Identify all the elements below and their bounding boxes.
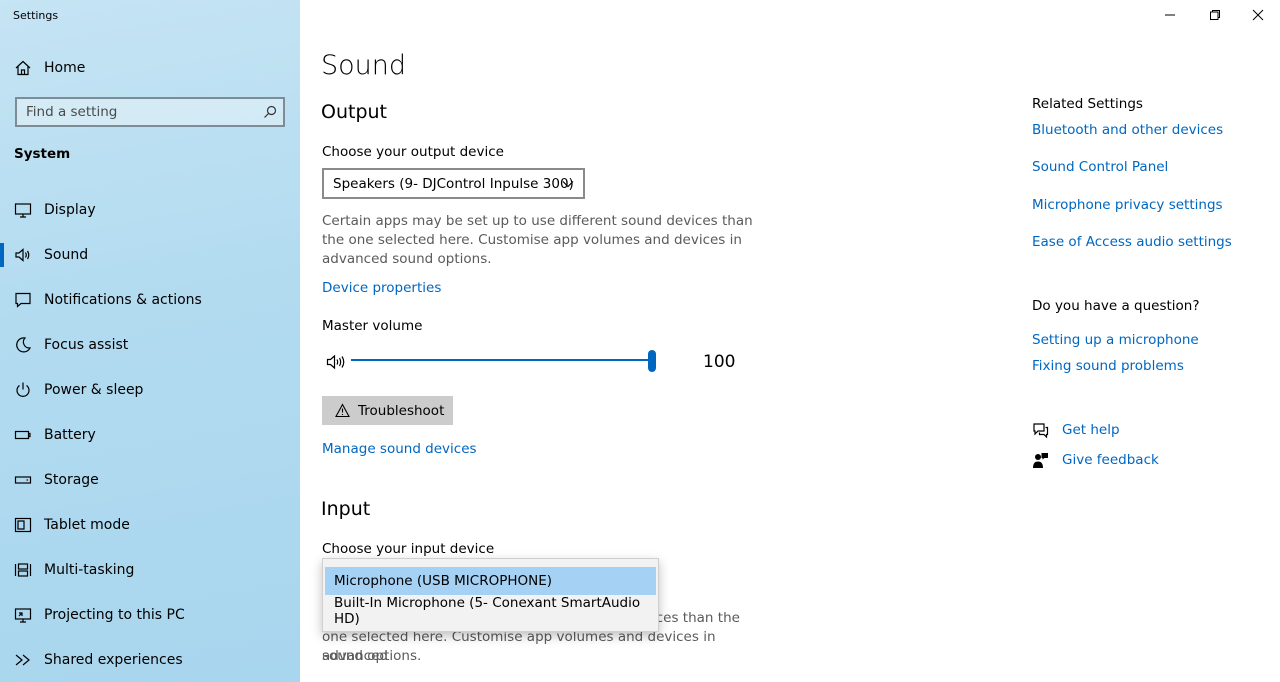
- tablet-icon: [14, 516, 32, 534]
- give-feedback-icon: [1033, 452, 1048, 468]
- projector-icon: [14, 606, 32, 624]
- search-input[interactable]: [17, 104, 247, 120]
- multitask-icon: [14, 561, 32, 579]
- sidebar-item-label: Power & sleep: [44, 382, 144, 398]
- output-device-value: Speakers (9- DJControl Inpulse 300): [333, 175, 574, 192]
- volume-value: 100: [703, 352, 736, 372]
- help-link-setting-up-microphone[interactable]: Setting up a microphone: [1032, 332, 1199, 348]
- sidebar-item-label: Sound: [44, 247, 89, 263]
- volume-icon[interactable]: [326, 353, 348, 371]
- sidebar: Settings Home System Display Sound: [0, 0, 300, 682]
- chevron-down-icon: [562, 181, 574, 188]
- sidebar-item-shared-experiences[interactable]: Shared experiences: [0, 640, 300, 680]
- help-link-fixing-sound[interactable]: Fixing sound problems: [1032, 358, 1184, 374]
- sidebar-item-label: Tablet mode: [44, 517, 130, 533]
- related-link-microphone-privacy[interactable]: Microphone privacy settings: [1032, 197, 1223, 213]
- input-device-option[interactable]: Microphone (USB MICROPHONE): [325, 567, 656, 595]
- nav-home[interactable]: Home: [0, 52, 300, 84]
- related-link-bluetooth[interactable]: Bluetooth and other devices: [1032, 122, 1223, 138]
- output-device-label: Choose your output device: [322, 144, 504, 160]
- sidebar-item-label: Shared experiences: [44, 652, 183, 668]
- sidebar-item-battery[interactable]: Battery: [0, 415, 300, 455]
- sidebar-item-tablet-mode[interactable]: Tablet mode: [0, 505, 300, 545]
- get-help-icon: [1033, 422, 1049, 438]
- monitor-icon: [14, 201, 32, 219]
- master-volume-slider[interactable]: [648, 350, 656, 372]
- device-properties-link[interactable]: Device properties: [322, 280, 441, 296]
- question-heading: Do you have a question?: [1032, 298, 1200, 314]
- get-help-link[interactable]: Get help: [1032, 420, 1120, 440]
- settings-window: Settings Home System Display Sound: [0, 0, 1280, 682]
- troubleshoot-button[interactable]: Troubleshoot: [322, 396, 453, 425]
- master-volume-track[interactable]: [351, 359, 653, 361]
- speaker-icon: [14, 246, 32, 264]
- get-help-label: Get help: [1062, 422, 1120, 438]
- input-heading: Input: [321, 498, 371, 520]
- sidebar-item-label: Projecting to this PC: [44, 607, 185, 623]
- app-title: Settings: [13, 9, 59, 22]
- input-device-dropdown[interactable]: Microphone (USB MICROPHONE) Built-In Mic…: [322, 558, 659, 632]
- warning-icon: [335, 403, 350, 418]
- give-feedback-link[interactable]: Give feedback: [1032, 450, 1159, 470]
- sidebar-item-label: Storage: [44, 472, 99, 488]
- search-box[interactable]: [15, 97, 285, 127]
- troubleshoot-label: Troubleshoot: [358, 402, 445, 419]
- search-icon[interactable]: [263, 105, 277, 119]
- sidebar-item-sound[interactable]: Sound: [0, 235, 300, 275]
- input-device-option-label: Microphone (USB MICROPHONE): [334, 573, 553, 589]
- sidebar-item-focus-assist[interactable]: Focus assist: [0, 325, 300, 365]
- input-device-option-label: Built-In Microphone (5- Conexant SmartAu…: [334, 595, 641, 627]
- related-link-sound-control-panel[interactable]: Sound Control Panel: [1032, 159, 1168, 175]
- output-device-select[interactable]: Speakers (9- DJControl Inpulse 300): [322, 168, 585, 199]
- main-content: Sound Output Choose your output device S…: [300, 0, 1280, 682]
- shared-icon: [14, 651, 32, 669]
- sidebar-item-label: Notifications & actions: [44, 292, 202, 308]
- give-feedback-label: Give feedback: [1062, 452, 1159, 468]
- sidebar-item-projecting[interactable]: Projecting to this PC: [0, 595, 300, 635]
- page-title: Sound: [321, 50, 407, 81]
- related-link-ease-of-access[interactable]: Ease of Access audio settings: [1032, 234, 1232, 250]
- message-icon: [14, 291, 32, 309]
- power-icon: [14, 381, 32, 399]
- input-device-option[interactable]: Built-In Microphone (5- Conexant SmartAu…: [325, 595, 656, 627]
- sidebar-item-power-sleep[interactable]: Power & sleep: [0, 370, 300, 410]
- master-volume-label: Master volume: [322, 318, 423, 334]
- sidebar-item-multitasking[interactable]: Multi-tasking: [0, 550, 300, 590]
- sidebar-item-label: Display: [44, 202, 96, 218]
- input-device-label: Choose your input device: [322, 541, 495, 557]
- sidebar-item-label: Focus assist: [44, 337, 129, 353]
- manage-sound-devices-link[interactable]: Manage sound devices: [322, 441, 477, 457]
- storage-icon: [14, 471, 32, 489]
- sidebar-item-label: Multi-tasking: [44, 562, 135, 578]
- related-settings-heading: Related Settings: [1032, 96, 1143, 112]
- battery-icon: [14, 426, 32, 444]
- moon-icon: [14, 336, 32, 354]
- sidebar-item-label: Battery: [44, 427, 96, 443]
- section-label-system: System: [14, 146, 71, 162]
- input-description-line3: sound options.: [322, 648, 422, 664]
- home-icon: [14, 59, 32, 77]
- sidebar-item-notifications[interactable]: Notifications & actions: [0, 280, 300, 320]
- sidebar-item-storage[interactable]: Storage: [0, 460, 300, 500]
- nav-home-label: Home: [44, 60, 86, 76]
- sidebar-item-display[interactable]: Display: [0, 190, 300, 230]
- output-heading: Output: [321, 101, 387, 123]
- input-description-line1: ices than the: [652, 610, 740, 626]
- output-description: Certain apps may be set up to use differ…: [322, 213, 753, 267]
